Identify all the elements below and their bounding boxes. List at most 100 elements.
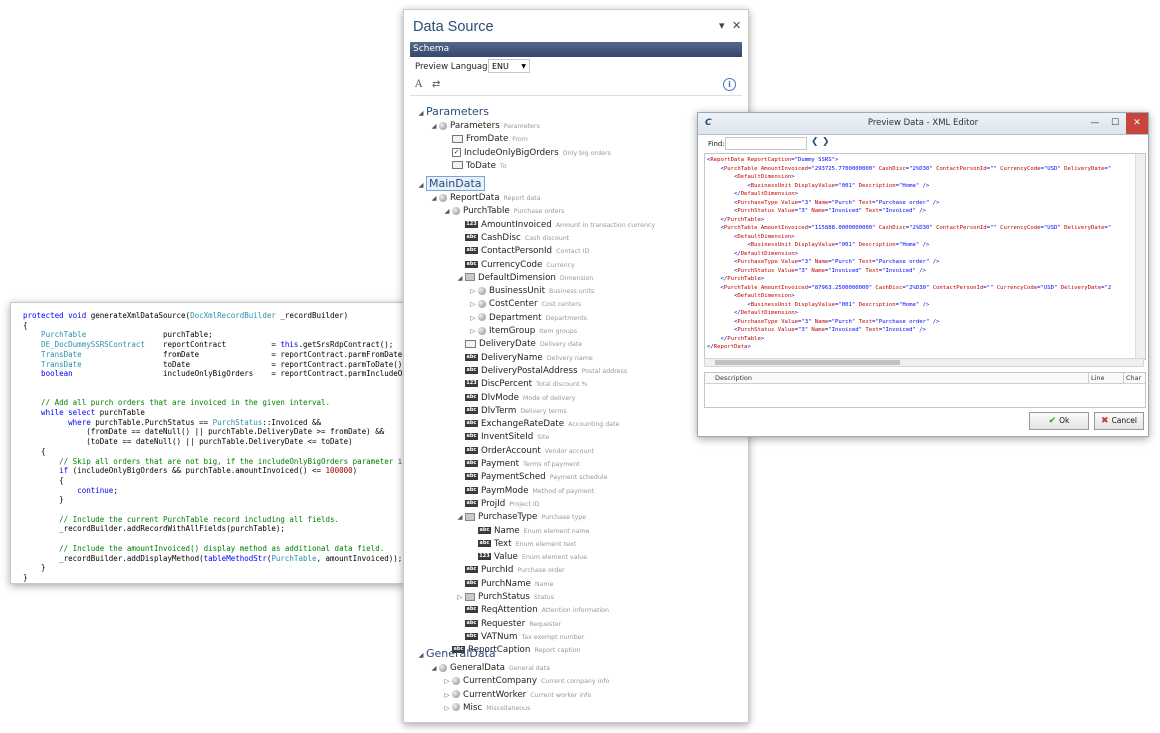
expand-arrow-icon[interactable]: ▷ [468,285,478,297]
tree-node[interactable]: ✓ IncludeOnlyBigOrders Only big orders [442,147,611,159]
xml-line: </PurchTable> [707,217,764,223]
find-next-icon[interactable]: ❯ [822,137,830,147]
tree-node[interactable]: abc DlvMode Mode of delivery [455,392,575,404]
tree-node[interactable]: ◢ GeneralData [416,648,496,660]
tree-node-label: OrderAccount [481,445,541,456]
tree-node[interactable]: abc ProjId Project ID [455,498,540,510]
code-line-token: PurchTable [271,553,317,563]
window-close-icon[interactable]: ✕ [1126,113,1148,134]
tree-node[interactable]: ▷ PurchStatus Status [455,591,555,603]
pin-dropdown-icon[interactable]: ▾ [719,19,725,32]
scroll-thumb[interactable] [715,360,900,365]
tree-node-description: Purchase type [541,514,587,522]
tree-node[interactable]: abc DeliveryPostalAddress Postal address [455,365,627,377]
tree-node[interactable]: ◢ PurchaseType Purchase type [455,511,587,523]
tree-node[interactable]: abc ReqAttention Attention information [455,604,609,616]
tree-node[interactable]: abc Payment Terms of payment [455,458,580,470]
tree-node[interactable]: ▷ ItemGroup Item groups [468,325,578,337]
collapse-arrow-icon[interactable]: ◢ [442,205,452,217]
tree-node[interactable]: DeliveryDate Delivery date [455,338,582,350]
expand-arrow-icon[interactable]: ▷ [442,675,452,687]
tree-node[interactable]: ◢ MainData [416,176,485,191]
xml-line-token: DisplayValue [791,242,835,248]
collapse-arrow-icon[interactable]: ◢ [429,120,439,132]
tree-node[interactable]: abc OrderAccount Vendor account [455,445,594,457]
tree-node[interactable]: ◢ GeneralData General data [429,662,551,674]
tree-node[interactable]: abc CurrencyCode Currency [455,259,575,271]
tree-node[interactable]: abc PurchName Name [455,578,553,590]
preview-language-select[interactable]: ENU ▼ [488,59,530,73]
tree-node[interactable]: ◢ ReportData Report data [429,192,541,204]
tree-node[interactable]: ▷ CurrentWorker Current worker info [442,689,592,701]
maximize-icon[interactable]: ☐ [1106,113,1124,134]
cancel-button[interactable]: ✖ Cancel [1094,412,1144,430]
xml-line: <ReportData ReportCaption="Dummy SSRS"> [707,157,838,163]
close-icon[interactable]: ✕ [732,19,741,32]
tree-node[interactable]: abc PurchId Purchase order [455,564,565,576]
tree-node[interactable]: abc Name Enum element name [468,525,590,537]
collapse-arrow-icon[interactable]: ◢ [416,179,426,191]
collapse-arrow-icon[interactable]: ◢ [455,511,465,523]
tree-node-label: PurchId [481,565,514,576]
info-icon[interactable]: i [723,78,736,91]
tree-node[interactable]: ◢ PurchTable Purchase orders [442,205,565,217]
ok-button[interactable]: ✔ Ok [1029,412,1089,430]
tree-node[interactable]: ◢ DefaultDimension Dimension [455,272,594,284]
tree-node[interactable]: abc VATNum Tax exempt number [455,631,584,643]
tree-node[interactable]: ▷ CostCenter Cost centers [468,298,582,310]
tree-node[interactable]: ToDate To [442,160,507,172]
collapse-arrow-icon[interactable]: ◢ [429,662,439,674]
tree-node[interactable]: 123 Value Enum element value [468,551,587,563]
column-char[interactable]: Char [1126,374,1141,382]
column-description[interactable]: Description [715,374,752,382]
tree-node[interactable]: ▷ Misc Miscellaneous [442,702,531,714]
xml-text-editor[interactable]: <ReportData ReportCaption="Dummy SSRS"> … [704,153,1146,360]
tree-node[interactable]: ▷ BusinessUnit Business units [468,285,595,297]
tree-node[interactable]: ◢ Parameters [416,106,489,118]
tree-node-description: Delivery terms [520,407,567,415]
tree-node[interactable]: abc PaymMode Method of payment [455,485,594,497]
tree-node[interactable]: FromDate From [442,133,528,145]
tree-node[interactable]: ▷ CurrentCompany Current company info [442,675,610,687]
refresh-icon[interactable]: ⇄ [432,79,440,90]
collapse-arrow-icon[interactable]: ◢ [416,649,426,661]
xml-line-token: Value [777,318,798,325]
expand-arrow-icon[interactable]: ▷ [468,312,478,324]
xml-line-token: "3" [801,259,812,265]
tree-node[interactable]: abc DeliveryName Delivery name [455,352,593,364]
vertical-scrollbar[interactable] [1135,154,1145,359]
tree-node-description: To [499,162,507,170]
expand-arrow-icon[interactable]: ▷ [442,702,452,714]
code-line: // Skip all orders that are not big, if … [23,457,404,466]
tree-node[interactable]: ▷ Department Departments [468,312,587,324]
tree-node[interactable]: abc ContactPersonId Contact ID [455,245,589,257]
xml-line-token: Value [777,259,798,265]
tree-node[interactable]: abc ExchangeRateDate Accounting date [455,418,620,430]
tree-node[interactable]: abc InventSiteId Site [455,431,549,443]
xml-line-token: PurchTable [727,335,761,342]
tree-node[interactable]: 123 DiscPercent Total discount % [455,378,588,390]
column-line[interactable]: Line [1091,374,1105,382]
tree-node[interactable]: abc PaymentSched Payment schedule [455,471,608,483]
font-icon[interactable]: A [415,79,422,90]
tree-node[interactable]: abc CashDisc Cash discount [455,232,569,244]
xml-line-token: "Invoiced" [882,327,916,333]
tree-node[interactable]: 123 AmountInvoiced Amount in transaction c… [455,219,655,231]
tree-node-label: Name [494,525,520,536]
expand-arrow-icon[interactable]: ▷ [442,689,452,701]
tree-node[interactable]: abc Text Enum element text [468,538,576,550]
collapse-arrow-icon[interactable]: ◢ [429,192,439,204]
collapse-arrow-icon[interactable]: ◢ [416,107,426,119]
tree-node[interactable]: abc Requester Requester [455,618,561,630]
collapse-arrow-icon[interactable]: ◢ [455,272,465,284]
tree-node[interactable]: ◢ Parameters Parameters [429,120,540,132]
expand-arrow-icon[interactable]: ▷ [468,298,478,310]
find-previous-icon[interactable]: ❮ [811,137,819,147]
minimize-icon[interactable]: — [1086,113,1104,134]
xml-line-token: "USD" [1040,284,1058,291]
horizontal-scrollbar[interactable] [704,358,1144,367]
expand-arrow-icon[interactable]: ▷ [455,591,465,603]
tree-node[interactable]: abc DlvTerm Delivery terms [455,405,567,417]
find-input[interactable] [725,137,807,150]
expand-arrow-icon[interactable]: ▷ [468,325,478,337]
